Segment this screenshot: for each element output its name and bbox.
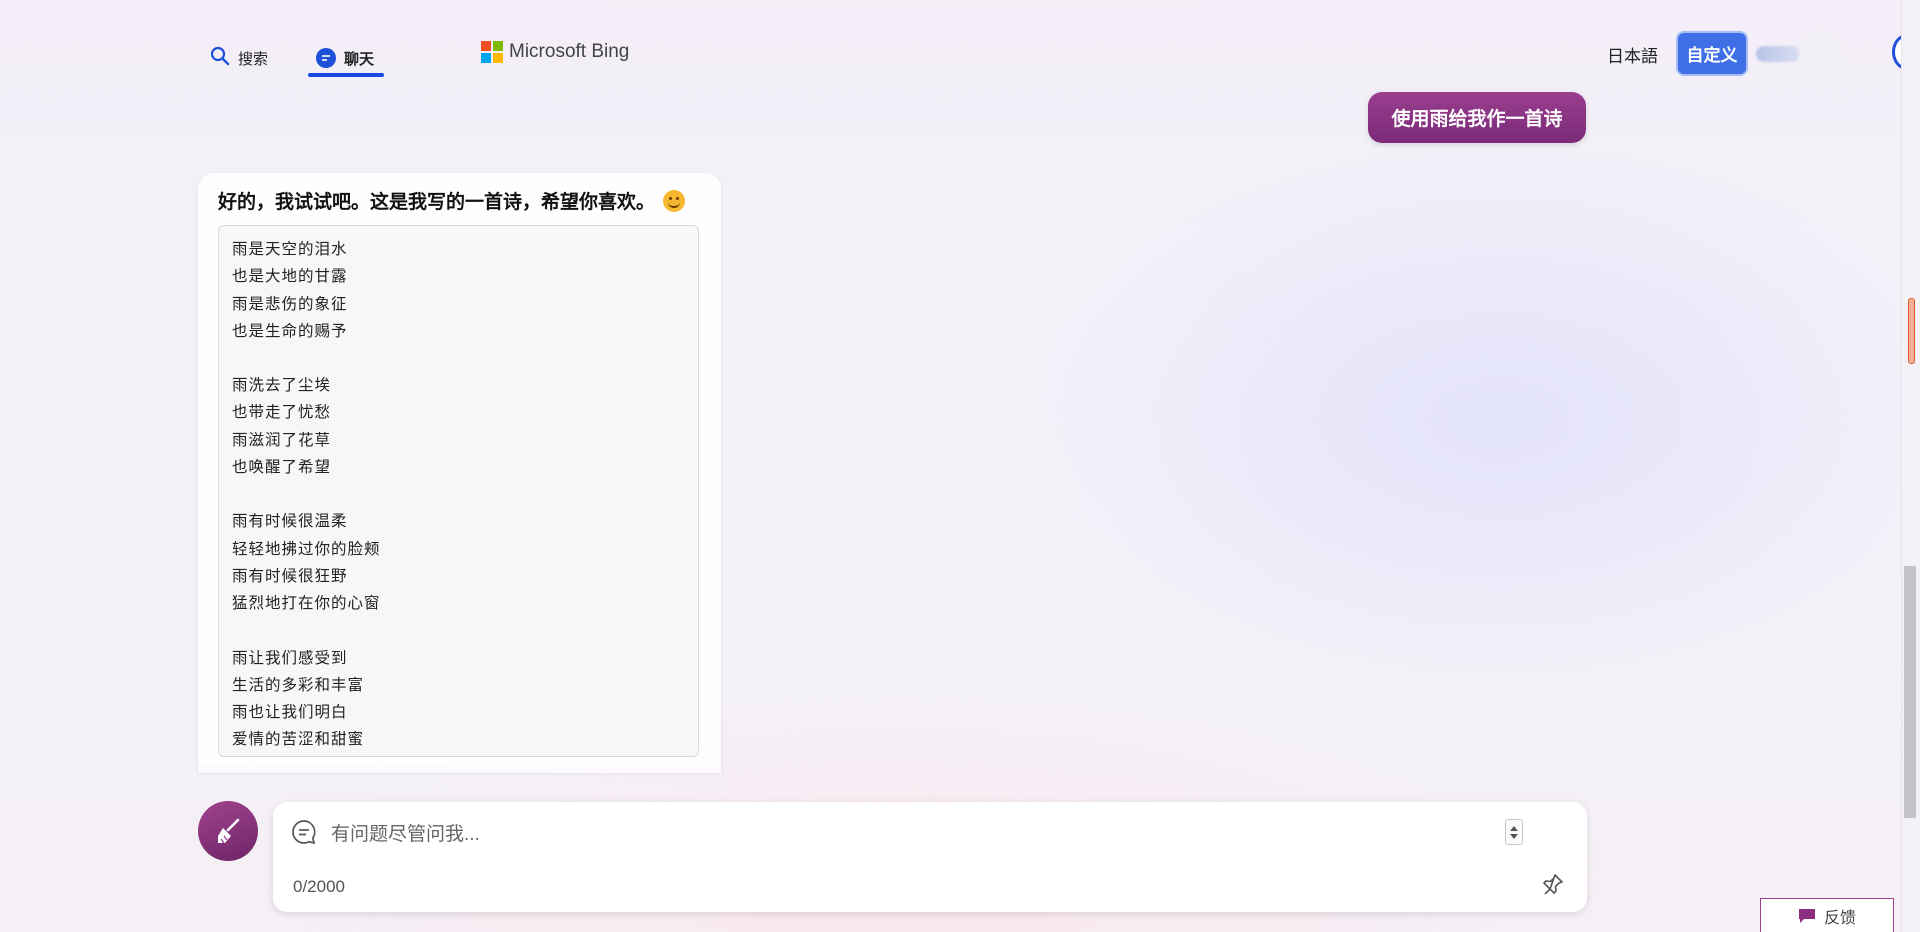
chat-prompt-icon	[291, 819, 317, 850]
microsoft-logo-icon	[481, 41, 503, 63]
pin-icon[interactable]	[1541, 872, 1565, 901]
feedback-button[interactable]: 反馈	[1760, 898, 1894, 932]
poem-line: 雨有时候很狂野	[232, 566, 348, 585]
feedback-label: 反馈	[1823, 909, 1856, 927]
feedback-icon	[1798, 908, 1815, 923]
chat-icon	[316, 48, 336, 68]
bot-intro-text: 好的，我试试吧。这是我写的一首诗，希望你喜欢。	[218, 192, 656, 213]
poem-line: 雨是天空的泪水	[232, 240, 348, 258]
chat-input[interactable]	[331, 822, 1331, 848]
chat-composer: 0/2000	[273, 802, 1587, 912]
poem-line: 也是生命的赐予	[232, 321, 348, 340]
input-spinner[interactable]	[1505, 819, 1523, 845]
poem-stanza: 雨有时候很温柔 轻轻地拂过你的脸颊 雨有时候很狂野 猛烈地打在你的心窗	[232, 508, 685, 617]
poem-stanza: 雨是天空的泪水 也是大地的甘露 雨是悲伤的象征 也是生命的赐予	[232, 236, 685, 345]
spinner-up-icon[interactable]	[1510, 825, 1518, 831]
tab-search-label: 搜索	[238, 50, 269, 68]
bot-intro: 好的，我试试吧。这是我写的一首诗，希望你喜欢。	[218, 187, 686, 214]
avatar[interactable]	[1800, 34, 1840, 74]
broom-icon	[218, 818, 240, 844]
tab-chat[interactable]: 聊天	[316, 40, 374, 76]
poem-line: 雨也让我们明白	[232, 703, 348, 722]
poem-line: 猛烈地打在你的心窗	[232, 594, 381, 613]
poem-line: 生活的多彩和丰富	[232, 675, 365, 694]
poem-code-block: 雨是天空的泪水 也是大地的甘露 雨是悲伤的象征 也是生命的赐予 雨洗去了尘埃 也…	[218, 225, 699, 757]
poem-line: 轻轻地拂过你的脸颊	[232, 539, 381, 558]
card-fade-overlay	[198, 760, 721, 790]
smile-emoji-icon	[663, 189, 686, 212]
poem-line: 也唤醒了希望	[232, 458, 332, 477]
poem-line: 爱情的苦涩和甜蜜	[232, 730, 365, 749]
tab-chat-label: 聊天	[344, 50, 375, 68]
poem-stanza: 雨洗去了尘埃 也带走了忧愁 雨滋润了花草 也唤醒了希望	[232, 372, 685, 481]
scrollbar-thumb[interactable]	[1904, 566, 1916, 818]
bing-brand[interactable]: Microsoft Bing	[481, 38, 629, 66]
brand-text: Microsoft Bing	[509, 41, 630, 62]
bot-response-card: 好的，我试试吧。这是我写的一首诗，希望你喜欢。 雨是天空的泪水 也是大地的甘露 …	[198, 173, 721, 773]
poem-stanza: 雨让我们感受到 生活的多彩和丰富 雨也让我们明白 爱情的苦涩和甜蜜	[232, 645, 685, 754]
poem-line: 也是大地的甘露	[232, 267, 348, 286]
search-icon	[210, 46, 230, 70]
poem-line: 雨让我们感受到	[232, 648, 348, 667]
scrollbar-marker	[1908, 298, 1915, 364]
poem-line: 雨滋润了花草	[232, 430, 332, 449]
tab-search[interactable]: 搜索	[210, 40, 268, 76]
spinner-down-icon[interactable]	[1510, 833, 1518, 839]
new-topic-broom-button[interactable]	[198, 801, 258, 861]
language-link[interactable]: 日本語	[1607, 42, 1658, 67]
poem-line: 雨是悲伤的象征	[232, 294, 348, 313]
character-count: 0/2000	[293, 877, 345, 896]
poem-line: 也带走了忧愁	[232, 403, 332, 422]
active-tab-indicator	[308, 73, 384, 77]
poem-line: 雨洗去了尘埃	[232, 376, 332, 395]
toggle-switch[interactable]	[1756, 46, 1800, 62]
poem-line: 雨有时候很温柔	[232, 512, 348, 531]
user-message: 使用雨给我作一首诗	[1368, 92, 1586, 143]
customize-button[interactable]: 自定义	[1678, 33, 1746, 74]
